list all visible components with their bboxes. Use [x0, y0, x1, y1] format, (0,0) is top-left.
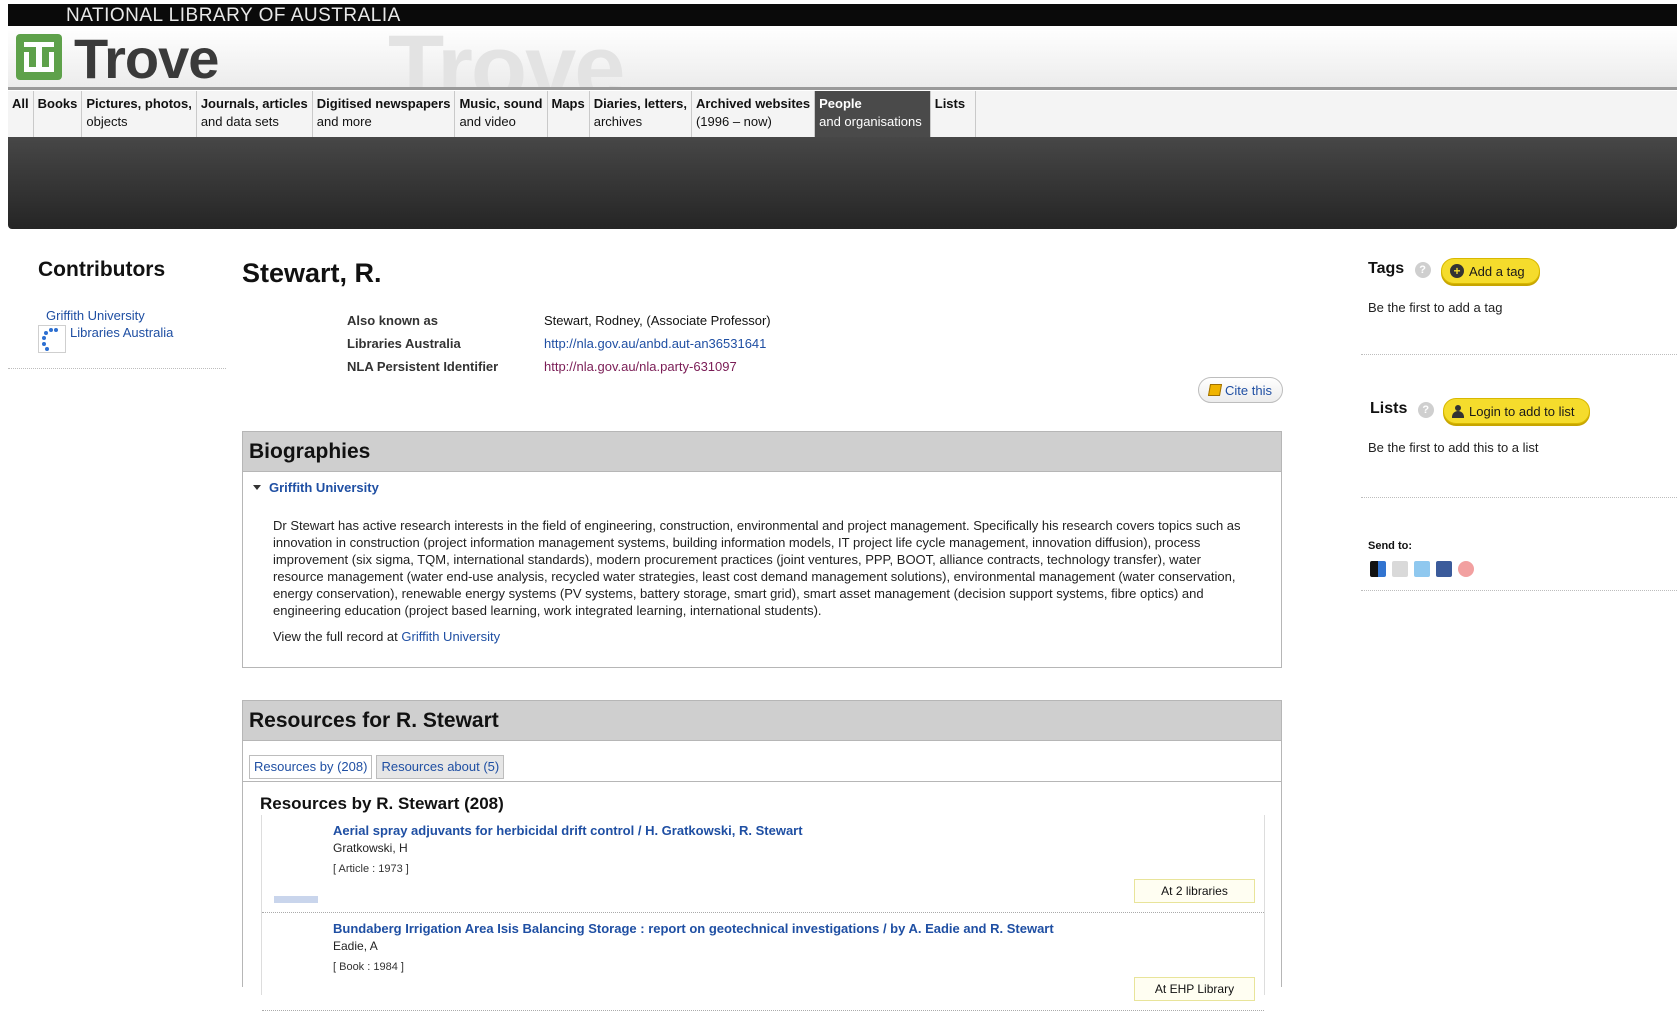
cite-button[interactable]: Cite this [1198, 377, 1283, 403]
login-add-list-button[interactable]: Login to add to list [1443, 398, 1590, 424]
meta-label: Also known as [347, 313, 439, 328]
twitter-icon[interactable] [1414, 561, 1430, 577]
page-title: Stewart, R. [242, 258, 382, 288]
resource-kind: [ Article : 1973 ] [333, 863, 409, 875]
lists-heading: Lists ? [1370, 400, 1434, 418]
resources-title: Resources for R. Stewart [243, 701, 1281, 741]
resource-kind: [ Book : 1984 ] [333, 961, 404, 973]
trove-logo-icon[interactable] [16, 34, 62, 80]
contributors-list: Griffith University Libraries Australia [38, 308, 173, 355]
share-icons [1370, 561, 1474, 577]
biography-text: Dr Stewart has active research interests… [273, 518, 1241, 618]
resources-section: Resources for R. Stewart Resources by (2… [242, 700, 1282, 1011]
meta-label: Libraries Australia [347, 336, 461, 351]
contributors-title: Contributors [38, 258, 166, 281]
plus-icon: + [1450, 264, 1464, 278]
availability-button[interactable]: At EHP Library [1134, 977, 1255, 1001]
help-icon[interactable]: ? [1414, 262, 1431, 278]
tab-resources-about[interactable]: Resources about (5) [376, 755, 505, 779]
brand-banner: Trove Trove [8, 26, 1677, 90]
person-icon [1452, 404, 1464, 418]
sidebar-divider [1361, 497, 1677, 498]
tab-books[interactable]: Books [34, 91, 83, 137]
org-name: NATIONAL LIBRARY OF AUSTRALIA [66, 5, 401, 26]
tab-lists[interactable]: Lists [931, 91, 977, 137]
chevron-down-icon [253, 485, 261, 490]
tab-newspapers[interactable]: Digitised newspapers and more [313, 91, 456, 137]
brand-watermark: Trove [388, 26, 625, 90]
tags-title: Tags [1368, 260, 1405, 277]
login-add-list-label: Login to add to list [1469, 403, 1575, 419]
tab-diaries[interactable]: Diaries, letters, archives [590, 91, 692, 137]
delicious-icon[interactable] [1370, 561, 1386, 577]
resources-subtitle: Resources by R. Stewart (208) [260, 794, 504, 813]
add-tag-label: Add a tag [1469, 263, 1525, 279]
full-record-link[interactable]: Griffith University [401, 629, 500, 644]
tab-resources-by[interactable]: Resources by (208) [249, 755, 373, 779]
tab-maps[interactable]: Maps [548, 91, 590, 137]
pencil-icon [1207, 384, 1223, 396]
category-nav: All Books Pictures, photos, objects Journ… [8, 91, 1677, 137]
biography-toggle[interactable]: Griffith University [243, 472, 1281, 495]
tags-heading: Tags ? [1368, 260, 1431, 278]
email-icon[interactable] [1392, 561, 1408, 577]
meta-value: Stewart, Rodney, (Associate Professor) [544, 313, 771, 328]
lists-title: Lists [1370, 400, 1408, 417]
resource-author: Gratkowski, H [333, 841, 408, 855]
resources-tabs: Resources by (208) Resources about (5) [243, 741, 1281, 782]
biographies-section: Biographies Griffith University Dr Stewa… [242, 431, 1282, 668]
biographies-title: Biographies [243, 432, 1281, 472]
tab-archived-websites[interactable]: Archived websites (1996 – now) [692, 91, 816, 137]
brand-title[interactable]: Trove [74, 26, 219, 87]
full-record-line: View the full record at Griffith Univers… [243, 619, 1281, 644]
biography-source: Griffith University [269, 480, 379, 495]
share-icon[interactable] [1458, 561, 1474, 577]
libraries-australia-link[interactable]: http://nla.gov.au/anbd.aut-an36531641 [544, 336, 766, 351]
availability-button[interactable]: At 2 libraries [1134, 879, 1255, 903]
sidebar-divider [1361, 354, 1677, 355]
resource-author: Eadie, A [333, 939, 378, 953]
send-to-label: Send to: [1368, 540, 1412, 552]
dark-banner [8, 137, 1677, 229]
meta-label: NLA Persistent Identifier [347, 359, 499, 374]
tab-music[interactable]: Music, sound and video [455, 91, 548, 137]
tab-people[interactable]: People and organisations [815, 91, 931, 137]
lists-empty-text: Be the first to add this to a list [1368, 440, 1539, 455]
cite-label: Cite this [1225, 382, 1272, 398]
loading-spinner-icon [38, 325, 66, 353]
nla-identifier-link[interactable]: http://nla.gov.au/nla.party-631097 [544, 359, 737, 374]
tab-all[interactable]: All [8, 91, 34, 137]
add-tag-button[interactable]: + Add a tag [1441, 258, 1540, 284]
contributor-griffith[interactable]: Griffith University [46, 308, 145, 323]
full-record-prefix: View the full record at [273, 629, 402, 644]
contributor-libraries-australia[interactable]: Libraries Australia [70, 325, 173, 340]
left-divider [8, 368, 226, 369]
resources-list: Aerial spray adjuvants for herbicidal dr… [261, 815, 1265, 1011]
list-item: Bundaberg Irrigation Area Isis Balancing… [262, 913, 1264, 1011]
thumbnail-placeholder [274, 896, 318, 903]
top-bar: NATIONAL LIBRARY OF AUSTRALIA [8, 4, 1677, 26]
help-icon[interactable]: ? [1417, 402, 1434, 418]
resource-title-link[interactable]: Bundaberg Irrigation Area Isis Balancing… [333, 921, 1054, 936]
tags-empty-text: Be the first to add a tag [1368, 300, 1503, 315]
facebook-icon[interactable] [1436, 561, 1452, 577]
sidebar-divider [1361, 590, 1677, 591]
tab-journals[interactable]: Journals, articles and data sets [197, 91, 313, 137]
record-meta: Also known as Stewart, Rodney, (Associate… [347, 309, 771, 378]
resource-title-link[interactable]: Aerial spray adjuvants for herbicidal dr… [333, 823, 803, 838]
tab-pictures[interactable]: Pictures, photos, objects [82, 91, 197, 137]
list-item: Aerial spray adjuvants for herbicidal dr… [262, 815, 1264, 913]
